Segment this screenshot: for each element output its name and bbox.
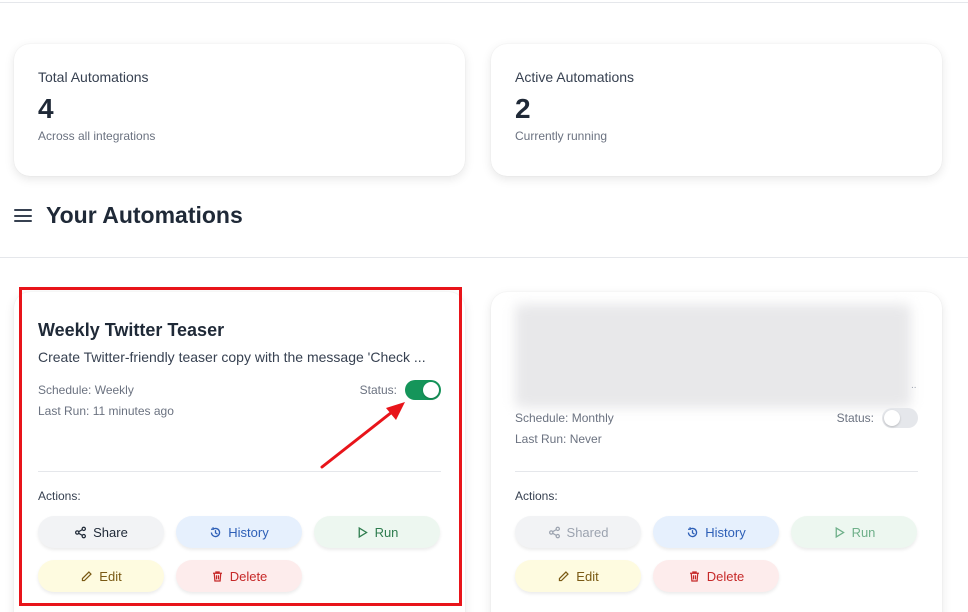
annotation-arrow [320,402,405,469]
